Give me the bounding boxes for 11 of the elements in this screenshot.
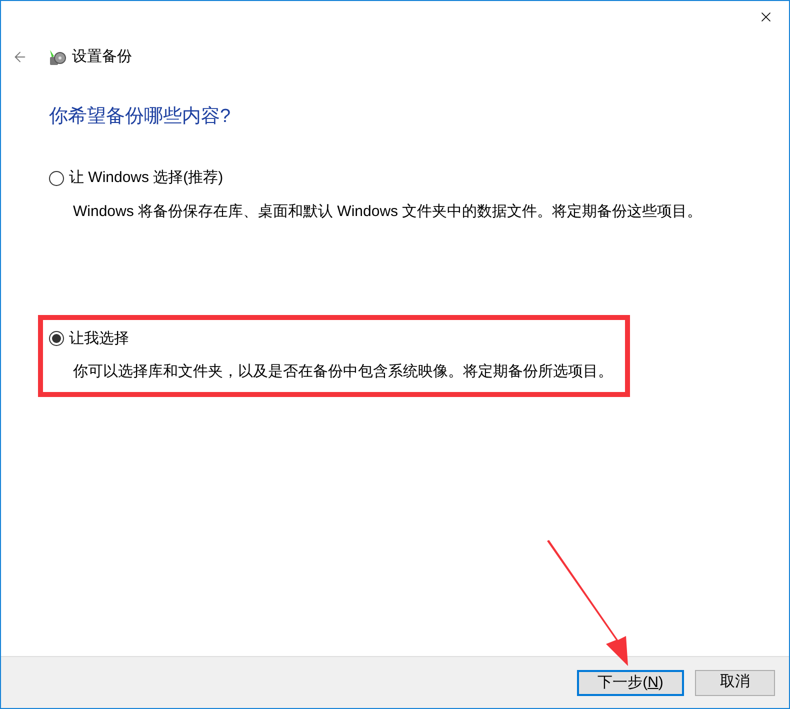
option-description: 你可以选择库和文件夹，以及是否在备份中包含系统映像。将定期备份所选项目。	[73, 362, 613, 382]
backup-icon	[48, 48, 66, 66]
page-heading: 你希望备份哪些内容?	[49, 105, 232, 129]
radio-option[interactable]: 让 Windows 选择(推荐)	[49, 167, 224, 190]
cancel-button[interactable]: 取消	[695, 670, 775, 696]
radio-option[interactable]: 让我选择	[49, 328, 129, 350]
radio-button[interactable]	[49, 331, 64, 346]
next-button[interactable]: 下一步(N)	[577, 670, 684, 696]
option-description: Windows 将备份保存在库、桌面和默认 Windows 文件夹中的数据文件。将定期备份这些项目。	[73, 202, 702, 222]
window-title: 设置备份	[72, 46, 132, 67]
radio-button[interactable]	[49, 170, 64, 186]
